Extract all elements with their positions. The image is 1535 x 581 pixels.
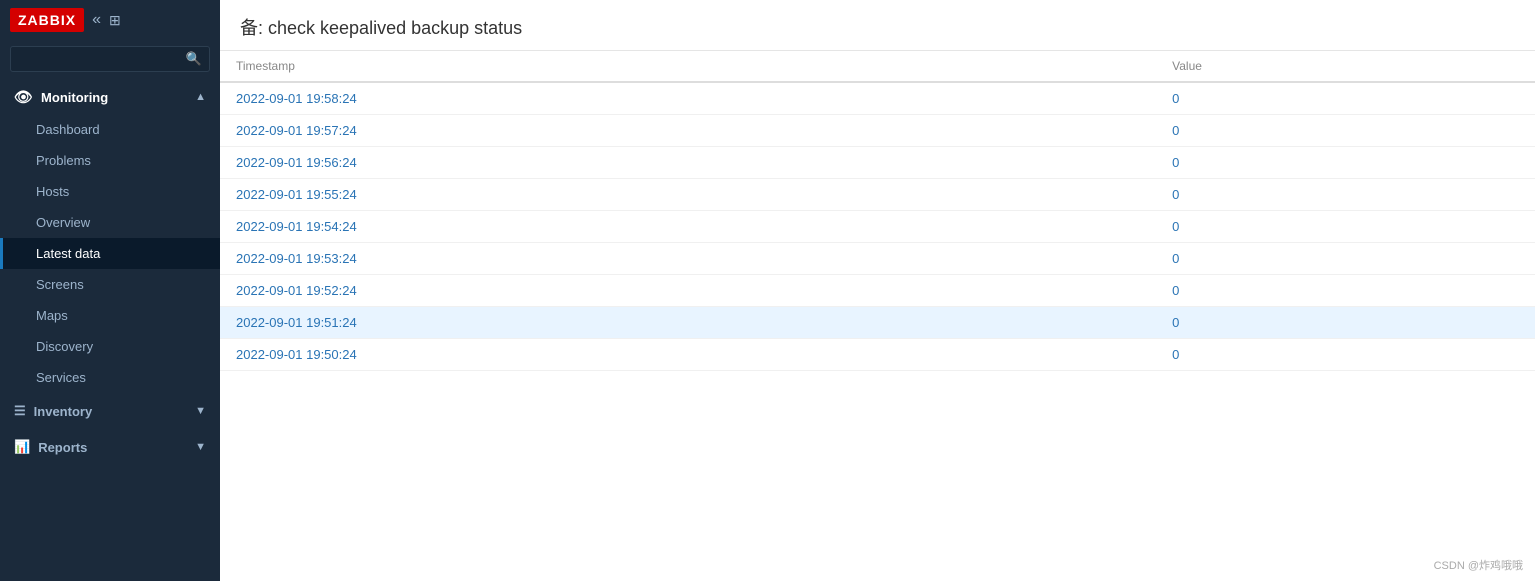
discovery-label: Discovery <box>36 339 93 354</box>
timestamp-cell: 2022-09-01 19:53:24 <box>220 243 1156 275</box>
table-row: 2022-09-01 19:56:240 <box>220 147 1535 179</box>
page-title: 备: check keepalived backup status <box>240 18 522 38</box>
timestamp-cell: 2022-09-01 19:50:24 <box>220 339 1156 371</box>
latest-data-label: Latest data <box>36 246 100 261</box>
zabbix-logo: ZABBIX <box>10 8 84 32</box>
sidebar: ZABBIX « ⊞ 🔍 👁 Monitoring ▲ Dashboard Pr… <box>0 0 220 581</box>
inventory-chevron: ▼ <box>195 405 206 417</box>
reports-chevron: ▼ <box>195 441 206 453</box>
table-row: 2022-09-01 19:53:240 <box>220 243 1535 275</box>
timestamp-cell: 2022-09-01 19:57:24 <box>220 115 1156 147</box>
search-container: 🔍 <box>10 46 210 72</box>
inventory-label: Inventory <box>34 404 93 419</box>
overview-label: Overview <box>36 215 90 230</box>
table-row: 2022-09-01 19:55:240 <box>220 179 1535 211</box>
sidebar-item-problems[interactable]: Problems <box>0 145 220 176</box>
reports-section-header[interactable]: 📊 Reports ▼ <box>0 429 220 465</box>
timestamp-cell: 2022-09-01 19:54:24 <box>220 211 1156 243</box>
inventory-section-header[interactable]: ☰ Inventory ▼ <box>0 393 220 429</box>
sidebar-item-hosts[interactable]: Hosts <box>0 176 220 207</box>
sidebar-item-dashboard[interactable]: Dashboard <box>0 114 220 145</box>
sidebar-item-overview[interactable]: Overview <box>0 207 220 238</box>
table-header: Timestamp Value <box>220 51 1535 82</box>
value-column-header: Value <box>1156 51 1535 82</box>
monitoring-icon: 👁 <box>14 88 33 106</box>
collapse-icon[interactable]: « <box>92 11 101 29</box>
table-row: 2022-09-01 19:54:240 <box>220 211 1535 243</box>
grid-icon[interactable]: ⊞ <box>109 12 121 29</box>
reports-label: Reports <box>38 440 87 455</box>
search-icon: 🔍 <box>186 51 202 67</box>
monitoring-section-header[interactable]: 👁 Monitoring ▲ <box>0 78 220 114</box>
dashboard-label: Dashboard <box>36 122 100 137</box>
inventory-icon: ☰ <box>14 403 26 419</box>
maps-label: Maps <box>36 308 68 323</box>
search-input[interactable] <box>10 46 210 72</box>
timestamp-cell: 2022-09-01 19:55:24 <box>220 179 1156 211</box>
value-cell: 0 <box>1156 243 1535 275</box>
sidebar-item-screens[interactable]: Screens <box>0 269 220 300</box>
value-cell: 0 <box>1156 307 1535 339</box>
sidebar-header: ZABBIX « ⊞ <box>0 0 220 40</box>
timestamp-column-header: Timestamp <box>220 51 1156 82</box>
monitoring-label: Monitoring <box>41 90 108 105</box>
table-row: 2022-09-01 19:52:240 <box>220 275 1535 307</box>
value-cell: 0 <box>1156 179 1535 211</box>
main-content: 备: check keepalived backup status Timest… <box>220 0 1535 581</box>
value-cell: 0 <box>1156 275 1535 307</box>
value-cell: 0 <box>1156 147 1535 179</box>
timestamp-cell: 2022-09-01 19:56:24 <box>220 147 1156 179</box>
table-row: 2022-09-01 19:58:240 <box>220 82 1535 115</box>
hosts-label: Hosts <box>36 184 69 199</box>
timestamp-cell: 2022-09-01 19:58:24 <box>220 82 1156 115</box>
data-table: Timestamp Value 2022-09-01 19:58:2402022… <box>220 51 1535 581</box>
page-header: 备: check keepalived backup status <box>220 0 1535 51</box>
value-cell: 0 <box>1156 339 1535 371</box>
table-row: 2022-09-01 19:50:240 <box>220 339 1535 371</box>
reports-icon: 📊 <box>14 439 30 455</box>
timestamp-cell: 2022-09-01 19:52:24 <box>220 275 1156 307</box>
sidebar-item-discovery[interactable]: Discovery <box>0 331 220 362</box>
history-table: Timestamp Value 2022-09-01 19:58:2402022… <box>220 51 1535 371</box>
value-cell: 0 <box>1156 211 1535 243</box>
problems-label: Problems <box>36 153 91 168</box>
table-row: 2022-09-01 19:57:240 <box>220 115 1535 147</box>
timestamp-cell: 2022-09-01 19:51:24 <box>220 307 1156 339</box>
monitoring-chevron: ▲ <box>195 91 206 103</box>
watermark: CSDN @炸鸡哦哦 <box>1434 557 1523 573</box>
table-row: 2022-09-01 19:51:240 <box>220 307 1535 339</box>
sidebar-item-services[interactable]: Services <box>0 362 220 393</box>
value-cell: 0 <box>1156 115 1535 147</box>
sidebar-item-maps[interactable]: Maps <box>0 300 220 331</box>
value-cell: 0 <box>1156 82 1535 115</box>
table-body: 2022-09-01 19:58:2402022-09-01 19:57:240… <box>220 82 1535 371</box>
services-label: Services <box>36 370 86 385</box>
sidebar-item-latest-data[interactable]: Latest data <box>0 238 220 269</box>
screens-label: Screens <box>36 277 84 292</box>
